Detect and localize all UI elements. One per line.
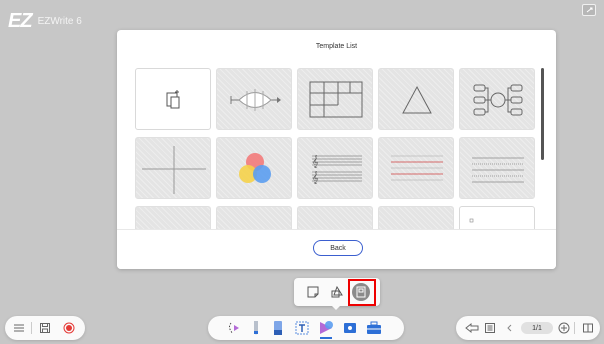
main-menu-bar xyxy=(5,316,85,340)
dialog-footer: Back xyxy=(117,229,556,269)
undo-arrow-icon[interactable] xyxy=(464,320,480,336)
music-staff-icon: 𝄞 𝄞 xyxy=(312,155,362,184)
template-scrollbar[interactable] xyxy=(541,68,544,160)
popup-pointer xyxy=(331,305,341,310)
save-icon[interactable] xyxy=(37,320,53,336)
template-coordinate[interactable] xyxy=(135,137,211,199)
shape-tool-icon[interactable] xyxy=(318,320,334,336)
template-triangle[interactable] xyxy=(378,68,454,130)
template-red-lines[interactable] xyxy=(378,137,454,199)
toolbox-icon[interactable] xyxy=(366,320,382,336)
text-select-icon[interactable] xyxy=(294,320,310,336)
add-page-icon xyxy=(166,90,180,109)
back-button[interactable]: Back xyxy=(313,240,363,256)
record-icon[interactable] xyxy=(61,320,77,336)
previous-page-icon[interactable] xyxy=(502,320,518,336)
app-name: EZWrite 6 xyxy=(37,16,82,27)
page-list-icon[interactable] xyxy=(482,320,498,336)
image-icon[interactable] xyxy=(342,320,358,336)
template-list-dialog: Template List 𝄞 𝄞 Back xyxy=(117,30,556,269)
template-blank[interactable] xyxy=(135,68,211,130)
svg-text:𝄞: 𝄞 xyxy=(312,171,319,184)
red-lines-icon xyxy=(391,155,443,181)
template-mind-map[interactable] xyxy=(459,68,535,130)
active-tool-indicator xyxy=(320,337,332,339)
template-music-staff[interactable]: 𝄞 𝄞 xyxy=(297,137,373,199)
eraser-icon[interactable] xyxy=(270,320,286,336)
add-page-icon[interactable] xyxy=(556,320,572,336)
highlight-box xyxy=(348,279,376,306)
template-fishbone[interactable] xyxy=(216,68,292,130)
window-toggle-button[interactable] xyxy=(582,4,596,16)
template-table[interactable] xyxy=(297,68,373,130)
lasso-icon[interactable] xyxy=(226,320,242,336)
dialog-title: Template List xyxy=(315,43,358,50)
page-indicator[interactable]: 1/1 xyxy=(521,322,553,334)
tools-bar xyxy=(208,316,404,340)
color-circles-icon xyxy=(239,153,271,183)
shape-icon[interactable] xyxy=(328,283,346,301)
template-color-circles[interactable] xyxy=(216,137,292,199)
svg-text:𝄞: 𝄞 xyxy=(312,155,319,168)
menu-icon[interactable] xyxy=(11,320,27,336)
sticky-note-icon[interactable] xyxy=(304,283,322,301)
template-dotted-lines[interactable] xyxy=(459,137,535,199)
logo-mark: EZ xyxy=(8,10,33,32)
dotted-lines-icon xyxy=(472,157,524,183)
fishbone-icon xyxy=(230,89,281,111)
app-logo: EZ EZWrite 6 xyxy=(8,10,82,33)
multi-window-icon[interactable] xyxy=(580,320,596,336)
triangle-icon xyxy=(402,85,432,114)
pen-icon[interactable] xyxy=(248,320,264,336)
expand-icon xyxy=(586,7,593,13)
mind-map-icon xyxy=(473,84,523,116)
page-navigation-bar: 1/1 xyxy=(456,316,600,340)
cross-axes-icon xyxy=(142,146,206,194)
table-grid-icon xyxy=(309,81,363,118)
